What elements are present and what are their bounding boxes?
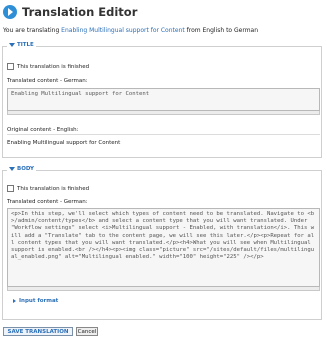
title-original-value: Enabling Multilingual support for Conten… [7,140,121,146]
page-title: Translation Editor [22,5,138,19]
expand-arrow-icon [13,299,16,303]
title-original-label: Original content - English: [7,127,79,133]
divider [7,134,320,135]
cancel-button[interactable]: Cancel [76,327,98,336]
collapse-arrow-icon [9,166,15,171]
body-finished-label: This translation is finished [17,185,90,192]
title-translation-textarea[interactable]: Enabling Multilingual support for Conten… [7,88,320,111]
save-translation-button[interactable]: SAVE TRANSLATION [3,327,73,336]
body-translated-label: Translated content - German: [7,199,88,205]
intro-text: You are translating Enabling Multilingua… [3,27,258,34]
title-fieldset-toggle[interactable]: TITLE [7,42,36,48]
title-finished-row: This translation is finished [7,63,89,70]
body-translation-textarea[interactable]: <p>In this step, we'll select which type… [7,208,320,287]
body-fieldset-toggle[interactable]: BODY [7,166,37,172]
title-finished-label: This translation is finished [17,63,90,70]
intro-suffix: from English to German [184,27,259,34]
collapse-arrow-icon [9,42,15,47]
title-translated-label: Translated content - German: [7,78,88,84]
input-format-toggle[interactable]: Input format [13,298,58,304]
source-content-link[interactable]: Enabling Multilingual support for Conten… [61,27,185,34]
translate-logo-icon [3,5,17,19]
page-header: Translation Editor [3,3,137,21]
body-finished-checkbox[interactable] [7,185,14,192]
intro-prefix: You are translating [3,27,62,34]
body-finished-row: This translation is finished [7,185,89,192]
body-textarea-resize-grip[interactable] [7,287,320,291]
title-finished-checkbox[interactable] [7,63,14,70]
title-textarea-resize-grip[interactable] [7,111,320,115]
